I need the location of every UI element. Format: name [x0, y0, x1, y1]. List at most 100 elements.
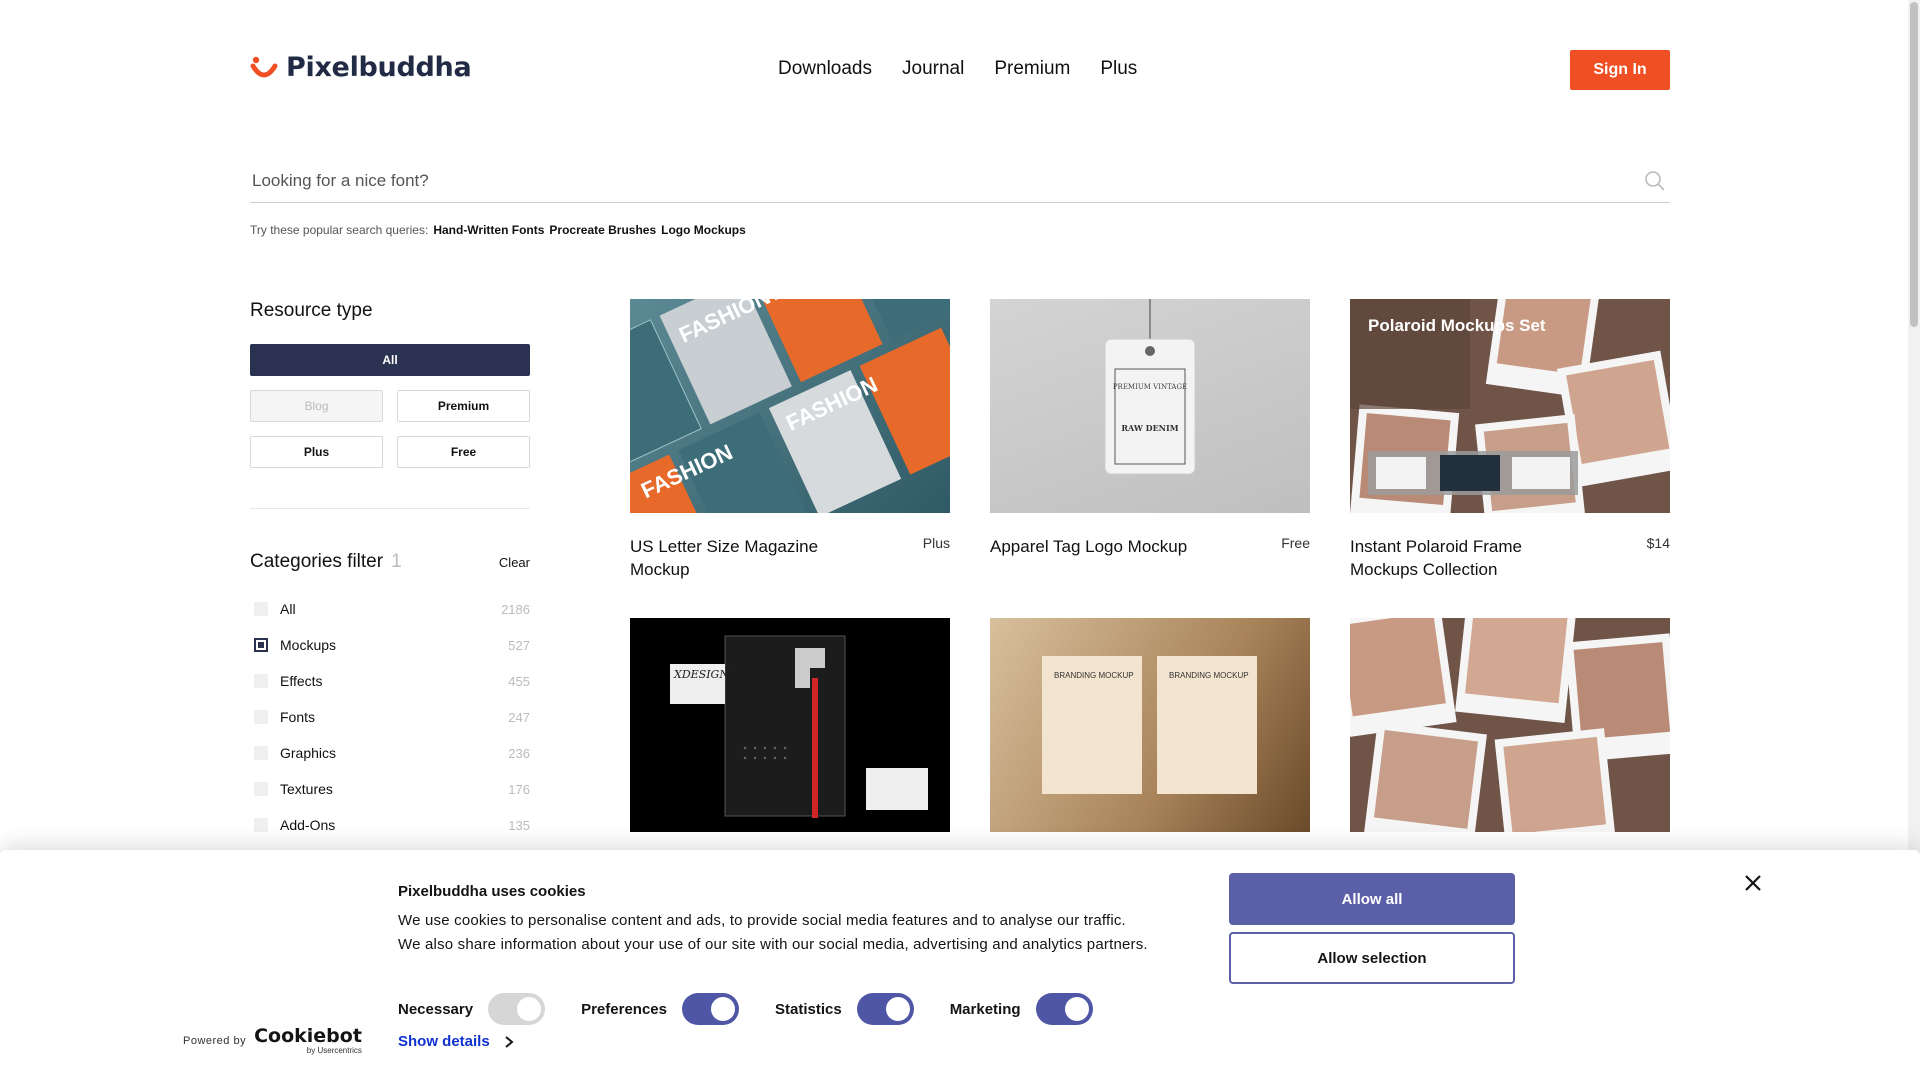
svg-text:Polaroid Mockups Set: Polaroid Mockups Set: [1368, 316, 1546, 335]
cookiebot-logo: Cookiebot: [254, 1025, 362, 1047]
popular-query-link[interactable]: Procreate Brushes: [549, 223, 656, 237]
scrollbar-thumb[interactable]: [1910, 2, 1918, 327]
svg-text:BRANDING MOCKUP: BRANDING MOCKUP: [1054, 671, 1134, 680]
toggle-preferences: Preferences: [581, 993, 739, 1025]
category-checkbox[interactable]: [254, 746, 268, 760]
cookiebot-sub: by Usercentrics: [306, 1046, 362, 1055]
toggle-statistics: Statistics: [775, 993, 914, 1025]
category-count: 247: [508, 709, 530, 725]
product-card[interactable]: FASHION FASHION FASHION FASHION US Lette…: [630, 299, 950, 581]
resource-type-title: Resource type: [250, 300, 373, 321]
category-checkbox[interactable]: [254, 602, 268, 616]
toggle-necessary: Necessary: [398, 993, 546, 1025]
category-item-fonts[interactable]: Fonts 247: [250, 699, 530, 735]
product-thumbnail[interactable]: PREMIUM VINTAGE RAW DENIM: [990, 299, 1310, 513]
category-checkbox[interactable]: [254, 782, 268, 796]
category-count: 236: [508, 745, 530, 761]
popular-query-link[interactable]: Hand-Written Fonts: [433, 223, 544, 237]
category-label: Graphics: [280, 745, 337, 761]
product-card[interactable]: XDESIGN: [630, 618, 950, 832]
chevron-right-icon: [505, 1035, 514, 1048]
resource-type-plus-button[interactable]: Plus: [250, 436, 383, 468]
apparel-tag-image: PREMIUM VINTAGE RAW DENIM: [1104, 299, 1196, 475]
toggle-label: Preferences: [581, 1000, 667, 1018]
product-card[interactable]: BRANDING MOCKUP BRANDING MOCKUP: [990, 618, 1310, 832]
popular-queries: Try these popular search queries: Hand-W…: [250, 223, 746, 237]
resource-type-all-button[interactable]: All: [250, 344, 530, 376]
category-checkbox[interactable]: [254, 638, 268, 652]
magazine-mockup-image: FASHION FASHION FASHION FASHION: [630, 299, 950, 513]
cookie-description-line: We use cookies to personalise content an…: [398, 912, 1126, 929]
category-item-effects[interactable]: Effects 455: [250, 663, 530, 699]
search-icon[interactable]: [1644, 170, 1666, 192]
powered-by-label: Powered by: [183, 1035, 247, 1047]
toggle-marketing: Marketing: [950, 993, 1093, 1025]
necessary-switch[interactable]: [488, 993, 546, 1025]
show-details-label: Show details: [398, 1033, 490, 1050]
category-label: Fonts: [280, 709, 316, 725]
cookiebot-branding[interactable]: Powered by Cookiebot by Usercentrics: [183, 1025, 362, 1056]
product-price-badge: $14: [1646, 535, 1670, 551]
product-title[interactable]: US Letter Size Magazine Mockup: [630, 535, 870, 581]
marketing-switch[interactable]: [1035, 993, 1093, 1025]
resource-type-free-button[interactable]: Free: [397, 436, 530, 468]
category-label: Effects: [280, 673, 323, 689]
product-title[interactable]: Apparel Tag Logo Mockup: [990, 535, 1230, 558]
categories-header: Categories filter 1 Clear: [250, 551, 530, 573]
search-input[interactable]: [250, 171, 1644, 191]
popular-queries-label: Try these popular search queries:: [250, 223, 429, 237]
show-details-link[interactable]: Show details: [398, 1033, 514, 1050]
product-thumbnail[interactable]: BRANDING MOCKUP BRANDING MOCKUP: [990, 618, 1310, 832]
cookie-toggles: Necessary Preferences Statistics Marketi…: [398, 993, 1129, 1025]
nav-premium[interactable]: Premium: [994, 58, 1070, 80]
product-card[interactable]: [1350, 618, 1670, 832]
category-checkbox[interactable]: [254, 710, 268, 724]
product-thumbnail[interactable]: Polaroid Mockups Set: [1350, 299, 1670, 513]
close-icon[interactable]: [1742, 872, 1764, 894]
product-title[interactable]: Instant Polaroid Frame Mockups Collectio…: [1350, 535, 1590, 581]
main-nav: Downloads Journal Premium Plus: [778, 58, 1137, 80]
popular-query-link[interactable]: Logo Mockups: [661, 223, 746, 237]
cookie-description-line: We also share information about your use…: [398, 936, 1148, 953]
allow-all-button[interactable]: Allow all: [1229, 873, 1515, 925]
toggle-label: Statistics: [774, 1000, 842, 1018]
sidebar-divider: [250, 508, 530, 509]
category-checkbox[interactable]: [254, 818, 268, 832]
packaging-mockup-image: XDESIGN: [670, 635, 928, 818]
site-logo[interactable]: Pixelbuddha: [250, 52, 472, 83]
polaroid-mockup-image: Polaroid Mockups Set: [1350, 299, 1670, 513]
resource-type-blog-button[interactable]: Blog: [250, 390, 383, 422]
category-item-textures[interactable]: Textures 176: [250, 771, 530, 807]
pixelbuddha-logo-icon: [250, 56, 278, 77]
product-card[interactable]: Polaroid Mockups Set Instant Polaroid Fr…: [1350, 299, 1670, 581]
categories-title: Categories filter: [250, 551, 384, 572]
category-item-all[interactable]: All 2186: [250, 591, 530, 627]
category-count: 176: [508, 781, 530, 797]
clear-filter-button[interactable]: Clear: [499, 555, 530, 570]
product-thumbnail[interactable]: XDESIGN: [630, 618, 950, 832]
category-count: 135: [508, 817, 530, 833]
category-checkbox[interactable]: [254, 674, 268, 688]
cookie-title: Pixelbuddha uses cookies: [398, 883, 586, 900]
nav-journal[interactable]: Journal: [902, 58, 964, 80]
categories-count: 1: [391, 551, 402, 572]
resource-type-premium-button[interactable]: Premium: [397, 390, 530, 422]
allow-selection-button[interactable]: Allow selection: [1229, 932, 1515, 984]
category-item-mockups[interactable]: Mockups 527: [250, 627, 530, 663]
nav-downloads[interactable]: Downloads: [778, 58, 872, 80]
category-list: All 2186 Mockups 527 Effects 455 Fonts 247 G…: [250, 591, 530, 843]
category-item-graphics[interactable]: Graphics 236: [250, 735, 530, 771]
branding-mockup-image: BRANDING MOCKUP BRANDING MOCKUP: [1042, 656, 1257, 794]
toggle-label: Marketing: [949, 1000, 1021, 1018]
product-card[interactable]: PREMIUM VINTAGE RAW DENIM Apparel Tag Lo…: [990, 299, 1310, 558]
product-price-badge: Free: [1281, 535, 1310, 551]
svg-text:PREMIUM VINTAGE: PREMIUM VINTAGE: [1113, 383, 1187, 391]
product-thumbnail[interactable]: [1350, 618, 1670, 832]
statistics-switch[interactable]: [856, 993, 914, 1025]
cookie-consent-banner: Powered by Cookiebot by Usercentrics Pix…: [0, 850, 1920, 1080]
preferences-switch[interactable]: [681, 993, 739, 1025]
category-item-add-ons[interactable]: Add-Ons 135: [250, 807, 530, 843]
sign-in-button[interactable]: Sign In: [1570, 50, 1670, 90]
nav-plus[interactable]: Plus: [1100, 58, 1137, 80]
product-thumbnail[interactable]: FASHION FASHION FASHION FASHION: [630, 299, 950, 513]
